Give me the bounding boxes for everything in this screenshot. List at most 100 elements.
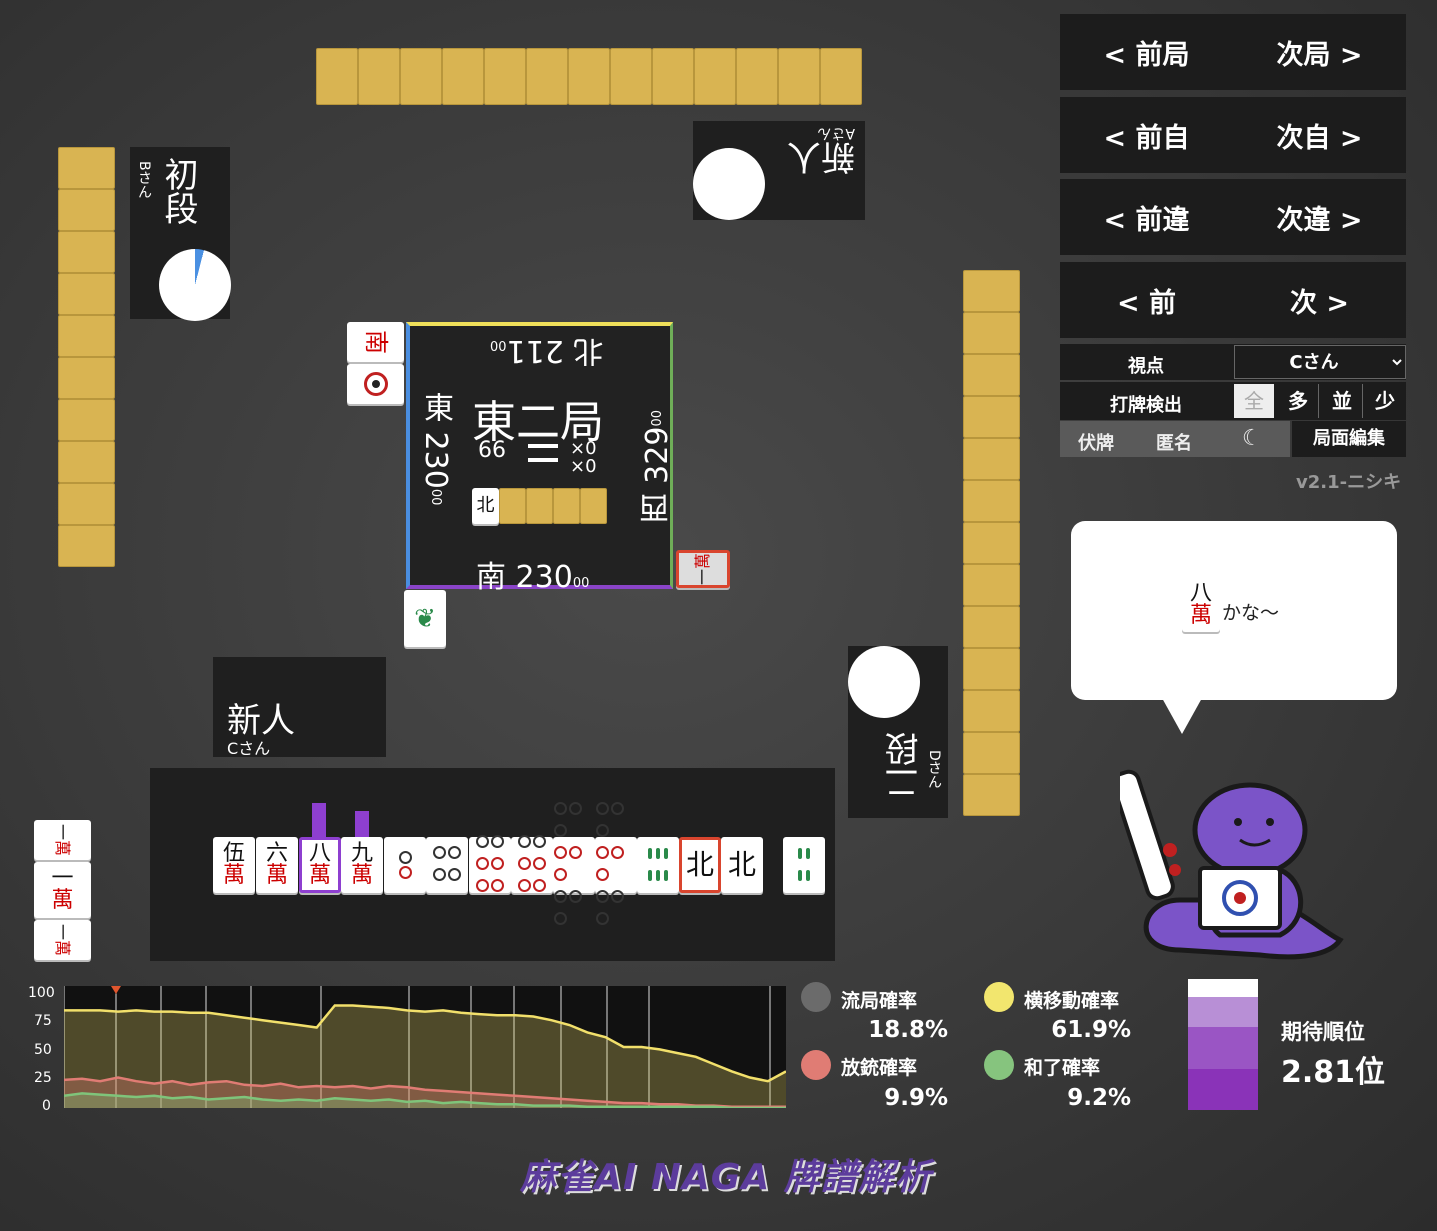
hand-tile-6m[interactable]: 六萬 xyxy=(256,837,298,893)
chart-y-tick-25: 25 xyxy=(34,1070,52,1086)
wall-tile xyxy=(58,315,115,357)
hand-tile-4p[interactable] xyxy=(426,837,468,893)
hand-tile-9p-a[interactable] xyxy=(553,802,595,925)
dead-wall: 北 xyxy=(472,488,607,524)
legend-houju-label: 放銃確率 xyxy=(841,1057,918,1079)
wall-tile xyxy=(316,48,358,105)
seat-west: 西 32900 xyxy=(640,410,675,524)
legend-yokoido-dot xyxy=(984,982,1014,1012)
wall-tile xyxy=(963,354,1020,396)
hand-bar-1 xyxy=(312,803,326,837)
hand-tile-8m[interactable]: 八萬 xyxy=(299,837,341,893)
probability-chart[interactable] xyxy=(64,986,786,1108)
hand-tile-9m[interactable]: 九萬 xyxy=(341,837,383,893)
chart-y-tick-50: 50 xyxy=(34,1042,52,1058)
next-button[interactable]: 次 > xyxy=(1245,281,1395,320)
hand-tile-2p[interactable] xyxy=(384,837,426,893)
legend-hora-dot xyxy=(984,1050,1014,1080)
discard-detect-row: 打牌検出 全 多 並 少 xyxy=(1060,382,1406,420)
seat-east: 東 23000 xyxy=(418,392,453,506)
wall-tile xyxy=(526,48,568,105)
side-tile-1: 一萬 xyxy=(34,820,91,860)
wall-tile xyxy=(963,522,1020,564)
wall-tile xyxy=(58,525,115,567)
next-diff-button[interactable]: 次違 > xyxy=(1245,198,1395,237)
wall-tile xyxy=(484,48,526,105)
player-bottom-name: Cさん xyxy=(227,739,271,758)
wall-tile xyxy=(820,48,862,105)
left-discard-south-tile: 南 xyxy=(347,322,404,362)
wall-tile xyxy=(58,483,115,525)
detect-option-many[interactable]: 多 xyxy=(1278,384,1319,418)
detect-option-few[interactable]: 少 xyxy=(1365,384,1405,418)
wall-tile xyxy=(963,648,1020,690)
wall-tile xyxy=(58,231,115,273)
prev-round-button[interactable]: < 前局 xyxy=(1072,33,1222,72)
next-round-button[interactable]: 次局 > xyxy=(1245,33,1395,72)
viewpoint-select[interactable]: AさんBさんCさんDさん xyxy=(1234,345,1406,379)
detect-option-normal[interactable]: 並 xyxy=(1322,384,1363,418)
legend-hora-value: 9.2% xyxy=(1067,1085,1131,1111)
discard-detect-label: 打牌検出 xyxy=(1110,395,1182,416)
hand-tile-9p-b[interactable] xyxy=(595,802,637,925)
wall-tile xyxy=(736,48,778,105)
next-self-button[interactable]: 次自 > xyxy=(1245,116,1395,155)
hand-tile-north-b[interactable]: 北 xyxy=(721,837,763,893)
legend-houju-value: 9.9% xyxy=(884,1085,948,1111)
detect-option-all[interactable]: 全 xyxy=(1234,384,1274,418)
wall-tile xyxy=(58,273,115,315)
wall-tile xyxy=(694,48,736,105)
wall-tile xyxy=(652,48,694,105)
legend-ryukyoku-label: 流局確率 xyxy=(841,990,918,1012)
left-wall xyxy=(58,147,115,567)
dora-indicator: 北 xyxy=(472,488,499,524)
side-tile-2: 一萬 xyxy=(34,862,91,918)
bottom-discard-bamboo-tile: ❦ xyxy=(404,590,446,647)
wall-tile xyxy=(358,48,400,105)
counter-b: ×0 xyxy=(570,456,597,477)
wall-tile xyxy=(58,441,115,483)
player-right-panel: 二段 Dさん xyxy=(848,646,948,818)
wall-tile xyxy=(963,480,1020,522)
toggle-row: 伏牌 匿名 ☾ 局面編集 xyxy=(1060,421,1406,457)
legend-yokoido-value: 61.9% xyxy=(1051,1017,1131,1043)
player-left-rank: 初段 xyxy=(158,157,198,225)
hand-tile-north-a[interactable]: 北 xyxy=(679,837,721,893)
legend-hora-label: 和了確率 xyxy=(1024,1057,1101,1079)
player-left-name: Bさん xyxy=(136,161,152,199)
right-discard-manzu-tile: 一萬 xyxy=(676,550,730,588)
prev-diff-button[interactable]: < 前違 xyxy=(1072,198,1222,237)
legend-houju-dot xyxy=(801,1050,831,1080)
wall-tile xyxy=(58,357,115,399)
player-right-name: Dさん xyxy=(926,750,942,789)
hand-bar-2 xyxy=(355,811,369,837)
prev-button[interactable]: < 前 xyxy=(1072,281,1222,320)
wall-tile xyxy=(963,396,1020,438)
moon-icon[interactable]: ☾ xyxy=(1242,426,1262,451)
wall-tile xyxy=(963,270,1020,312)
hidden-tiles-toggle[interactable]: 伏牌 xyxy=(1078,429,1114,455)
anonymous-toggle[interactable]: 匿名 xyxy=(1156,429,1192,455)
right-wall xyxy=(963,270,1020,816)
speech-text: かな〜 xyxy=(1222,602,1280,624)
hand-tile-7p[interactable] xyxy=(511,835,553,893)
wall-tile xyxy=(442,48,484,105)
left-discard-pin-tile xyxy=(347,364,404,404)
viewpoint-label: 視点 xyxy=(1128,356,1164,377)
chart-current-marker-icon xyxy=(111,986,121,994)
wall-tile xyxy=(963,774,1020,816)
prev-self-button[interactable]: < 前自 xyxy=(1072,116,1222,155)
center-board: 北 21100 東二局 66 ×0 ×0 東 23000 西 32900 北 南… xyxy=(406,322,675,595)
wall-tile xyxy=(58,147,115,189)
edit-board-button[interactable]: 局面編集 xyxy=(1292,421,1406,457)
hand-tile-6s[interactable] xyxy=(637,837,679,893)
hand-tile-6p[interactable] xyxy=(469,835,511,893)
hand-tile-drawn-4s[interactable] xyxy=(783,837,825,893)
speech-tile: 八萬 xyxy=(1182,578,1220,632)
hand-tile-5m[interactable]: 伍萬 xyxy=(213,837,255,893)
round-nav: < 前局 次局 > xyxy=(1060,14,1406,90)
wall-tile xyxy=(963,312,1020,354)
brand-logo: 麻雀AI NAGA 牌譜解析 xyxy=(520,1157,932,1198)
wall-tile xyxy=(963,564,1020,606)
wall-tile xyxy=(58,399,115,441)
